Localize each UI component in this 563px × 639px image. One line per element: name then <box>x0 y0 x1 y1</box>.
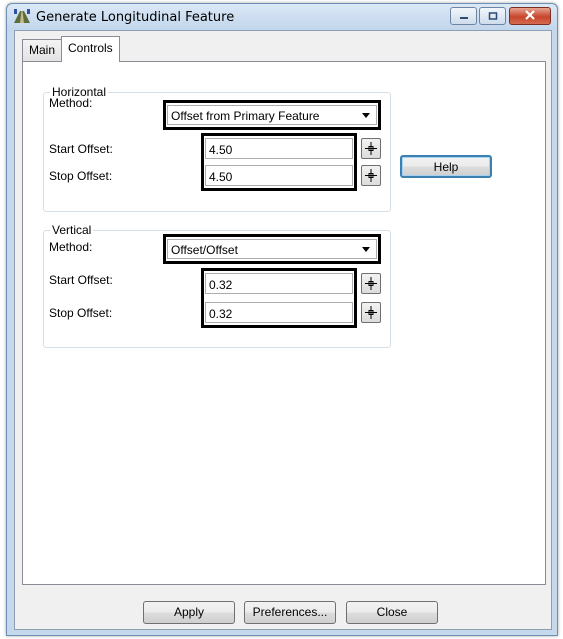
vertical-stop-pick-button[interactable] <box>361 302 381 323</box>
apply-button-label: Apply <box>173 605 205 619</box>
vertical-group-legend: Vertical <box>50 223 94 237</box>
preferences-button-label: Preferences... <box>252 605 328 619</box>
maximize-icon <box>488 9 498 23</box>
vertical-stop-offset-value: 0.32 <box>209 307 233 321</box>
horizontal-stop-label: Stop Offset: <box>49 169 113 183</box>
horizontal-method-dropdown[interactable]: Offset from Primary Feature <box>167 105 377 125</box>
horizontal-stop-offset-input[interactable]: 4.50 <box>205 165 353 186</box>
close-button-label: Close <box>376 605 408 619</box>
dialog-client: Main Controls Horizontal Method: Offset … <box>14 30 552 630</box>
minimize-icon <box>459 9 469 23</box>
tab-main-label: Main <box>29 43 56 57</box>
horizontal-method-value: Offset from Primary Feature <box>171 109 320 123</box>
crosshair-pick-icon <box>362 306 380 325</box>
horizontal-method-label: Method: <box>49 96 93 110</box>
preferences-button[interactable]: Preferences... <box>244 601 336 624</box>
chevron-down-icon <box>362 247 370 252</box>
help-button-label: Help <box>433 160 459 174</box>
horizontal-start-offset-value: 4.50 <box>209 143 233 157</box>
maximize-button[interactable] <box>479 7 506 25</box>
horizontal-stop-pick-button[interactable] <box>361 165 381 186</box>
horizontal-start-offset-input[interactable]: 4.50 <box>205 138 353 159</box>
crosshair-pick-icon <box>362 277 380 296</box>
horizontal-start-label: Start Offset: <box>49 142 113 156</box>
vertical-method-value: Offset/Offset <box>171 243 238 257</box>
chevron-down-icon <box>362 113 370 118</box>
vertical-stop-label: Stop Offset: <box>49 306 113 320</box>
horizontal-stop-offset-value: 4.50 <box>209 170 233 184</box>
horizontal-start-pick-button[interactable] <box>361 138 381 159</box>
tab-main[interactable]: Main <box>22 39 62 61</box>
help-button[interactable]: Help <box>400 155 492 178</box>
vertical-method-dropdown[interactable]: Offset/Offset <box>167 239 377 259</box>
vertical-stop-offset-input[interactable]: 0.32 <box>205 302 353 323</box>
close-button[interactable]: Close <box>346 601 438 624</box>
crosshair-pick-icon <box>362 142 380 161</box>
dialog-window: Generate Longitudinal Feature Main Contr… <box>6 3 558 636</box>
close-window-button[interactable] <box>509 7 551 25</box>
window-title: Generate Longitudinal Feature <box>36 10 235 25</box>
vertical-start-label: Start Offset: <box>49 273 113 287</box>
vertical-method-label: Method: <box>49 240 93 254</box>
vertical-start-offset-value: 0.32 <box>209 278 233 292</box>
controls-panel: Horizontal Method: Offset from Primary F… <box>22 61 546 585</box>
title-bar[interactable]: Generate Longitudinal Feature <box>7 4 557 30</box>
crosshair-pick-icon <box>362 169 380 188</box>
apply-button[interactable]: Apply <box>143 601 235 624</box>
tab-controls[interactable]: Controls <box>61 36 120 62</box>
close-icon <box>524 9 536 23</box>
tab-controls-label: Controls <box>68 41 113 55</box>
vertical-start-pick-button[interactable] <box>361 273 381 294</box>
vertical-start-offset-input[interactable]: 0.32 <box>205 273 353 294</box>
minimize-button[interactable] <box>450 7 477 25</box>
road-feature-icon <box>14 9 30 23</box>
